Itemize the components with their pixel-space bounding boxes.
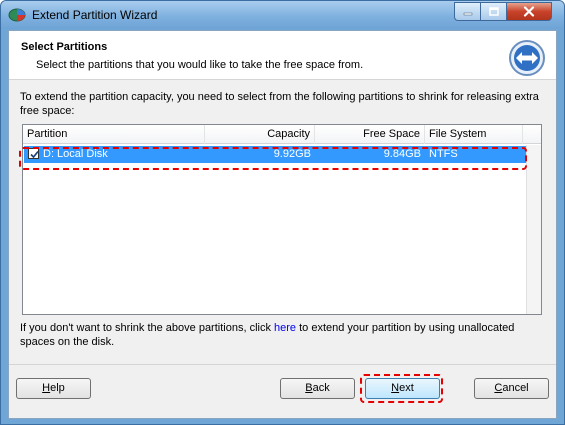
column-capacity[interactable]: Capacity [205,125,315,144]
list-scrollbar[interactable] [526,145,541,314]
page-subtitle: Select the partitions that you would lik… [36,59,364,71]
partition-wizard-icon [8,7,26,23]
back-label: ack [312,382,330,394]
minimize-icon [463,12,472,15]
footer-divider [9,364,556,365]
minimize-button[interactable] [454,2,480,21]
hint-text-before: If you don't want to shrink the above pa… [20,322,275,334]
column-partition[interactable]: Partition [23,125,205,144]
close-button[interactable] [506,2,552,21]
page-title: Select Partitions [21,41,108,53]
instruction-text: To extend the partition capacity, you ne… [20,91,539,117]
close-icon [523,6,535,17]
extend-arrows-icon [508,39,546,77]
wizard-body: Select Partitions Select the partitions … [8,30,557,419]
here-link[interactable]: here [274,322,296,334]
maximize-button[interactable] [480,2,506,21]
back-button[interactable]: Back [280,378,355,399]
title-bar[interactable]: Extend Partition Wizard [1,1,564,29]
row-highlight-annotation [19,147,527,170]
cancel-label: ancel [502,382,529,394]
column-file-system[interactable]: File System [425,125,523,144]
window-title: Extend Partition Wizard [32,8,158,22]
unallocated-hint: If you don't want to shrink the above pa… [20,321,540,349]
help-label: elp [50,382,65,394]
wizard-header: Select Partitions Select the partitions … [9,31,556,80]
list-header: Partition Capacity Free Space File Syste… [23,125,541,144]
cancel-button[interactable]: Cancel [474,378,549,399]
maximize-icon [488,7,499,16]
wizard-window: Extend Partition Wizard Select Partition… [0,0,565,425]
next-highlight-annotation [360,374,443,403]
column-free-space[interactable]: Free Space [315,125,425,144]
back-hotkey: B [305,382,313,394]
help-button[interactable]: Help [16,378,91,399]
help-hotkey: H [42,382,51,394]
